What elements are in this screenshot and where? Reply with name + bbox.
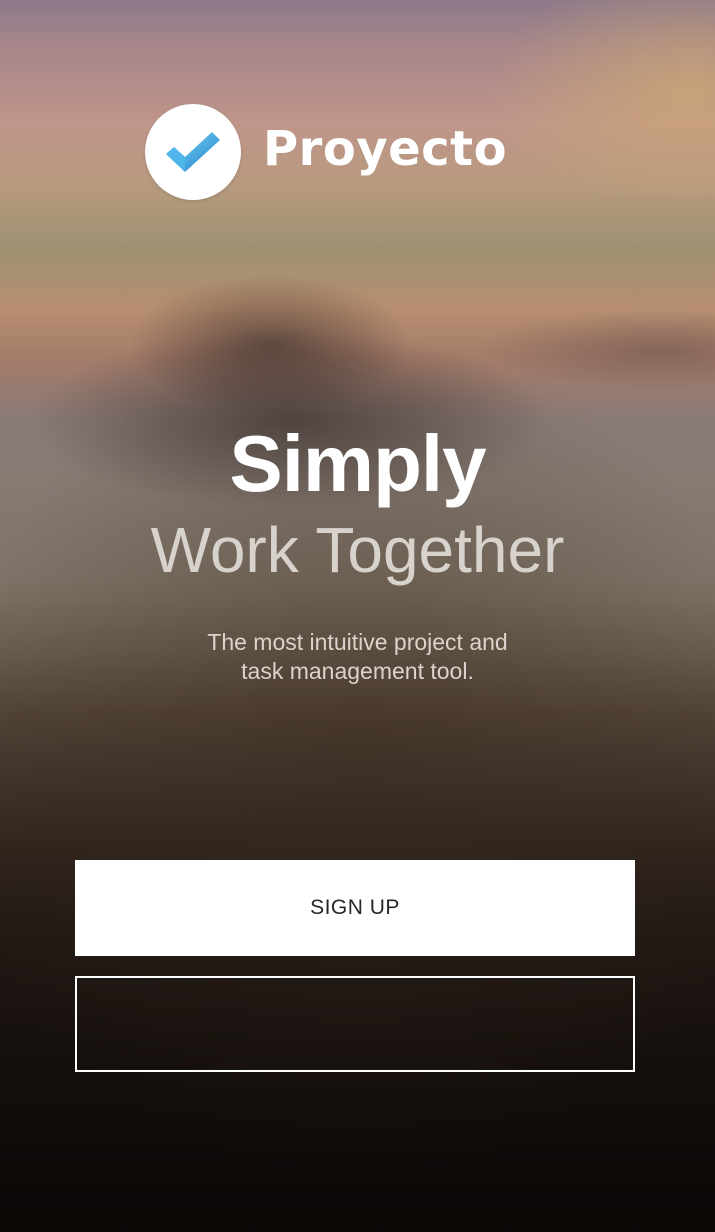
welcome-screen: Proyecto Simply Work Together The most i… — [0, 0, 715, 1232]
tagline-line: task management tool. — [241, 658, 474, 684]
hero-subheadline: Work Together — [150, 514, 565, 586]
app-name: Proyecto — [263, 121, 508, 177]
brand-header: Proyecto — [145, 104, 507, 200]
check-icon — [166, 132, 220, 172]
sign-up-button[interactable]: SIGN UP — [75, 860, 635, 956]
hero-tagline: The most intuitive project and task mana… — [0, 628, 715, 686]
sign-up-button-label: SIGN UP — [310, 896, 400, 919]
tagline-line: The most intuitive project and — [207, 629, 508, 655]
hero-headline: Simply — [229, 419, 486, 508]
app-logo — [145, 104, 241, 200]
secondary-outline-button[interactable] — [75, 976, 635, 1072]
